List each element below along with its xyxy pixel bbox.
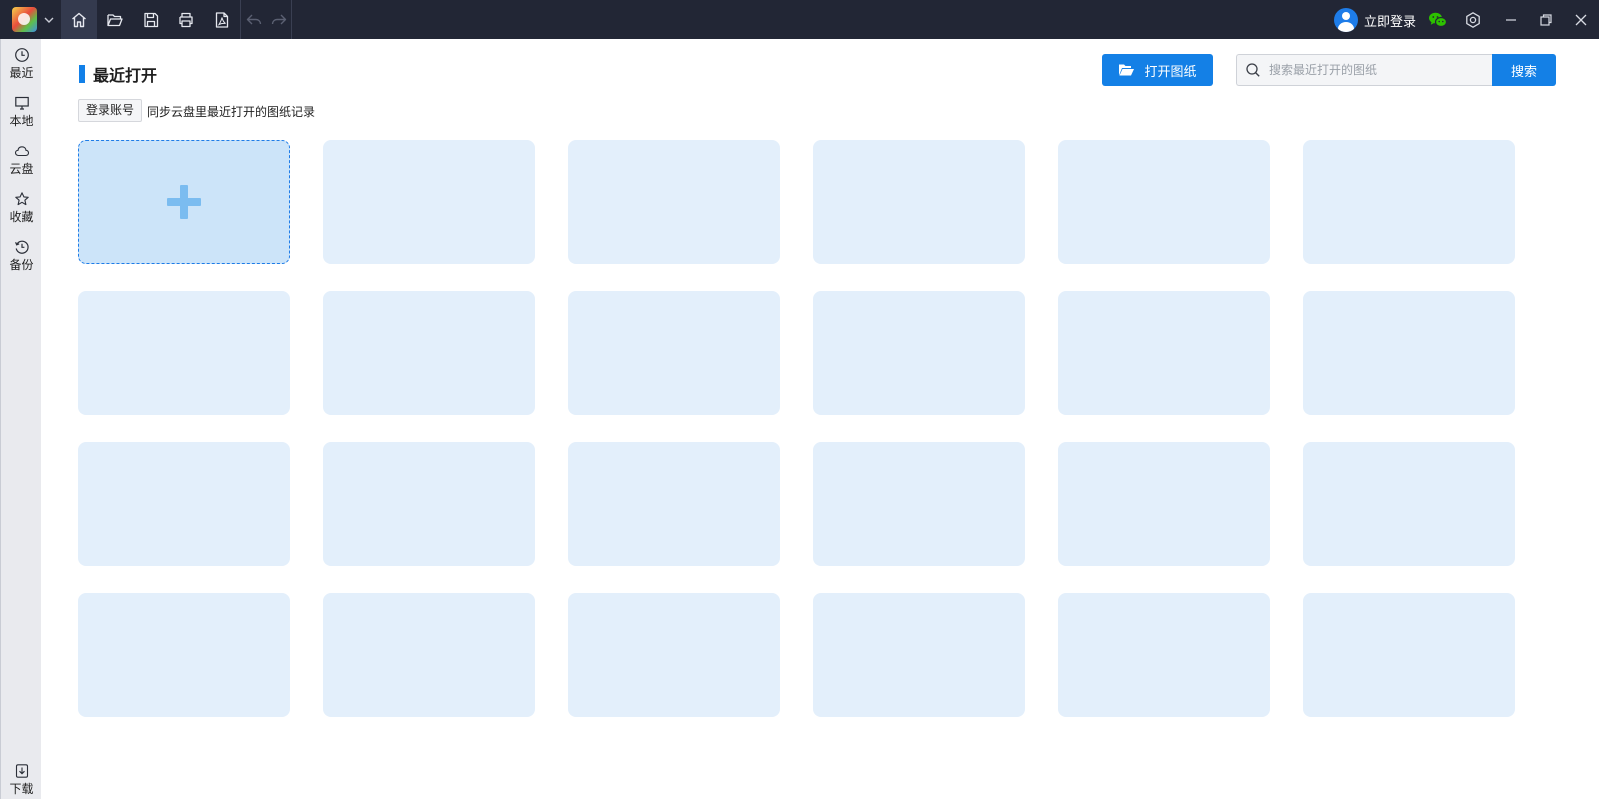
pdf-icon [215,11,229,28]
recent-files-grid [78,140,1515,717]
print-icon [179,12,193,27]
search-box [1236,54,1493,86]
file-card-placeholder[interactable] [1303,442,1515,566]
sidebar-item-label: 下载 [9,782,34,796]
search-button[interactable]: 搜索 [1492,54,1556,86]
file-card-placeholder[interactable] [568,140,780,264]
redo-icon [271,14,286,24]
file-card-placeholder[interactable] [568,593,780,717]
file-card-placeholder[interactable] [813,593,1025,717]
file-card-placeholder[interactable] [1058,593,1270,717]
file-card-placeholder[interactable] [568,442,780,566]
search-icon [1246,63,1260,77]
sidebar-item-label: 本地 [9,114,34,128]
main-content: 最近打开 登录账号 同步云盘里最近打开的图纸记录 打开图纸 搜索 [41,39,1599,799]
close-button[interactable] [1564,0,1598,39]
login-link[interactable]: 立即登录 [1334,8,1416,32]
file-card-placeholder[interactable] [78,593,290,717]
file-card-placeholder[interactable] [78,442,290,566]
file-card-placeholder[interactable] [1058,442,1270,566]
sidebar-item-label: 备份 [9,258,34,272]
sidebar: 最近 本地 云盘 收藏 备份 下载 [0,39,41,799]
search-input[interactable] [1267,62,1487,78]
file-card-placeholder[interactable] [323,442,535,566]
save-icon [144,12,159,27]
star-icon [14,192,29,206]
redo-button[interactable] [266,0,291,39]
file-card-placeholder[interactable] [1058,140,1270,264]
file-card-placeholder[interactable] [813,140,1025,264]
sidebar-item-local[interactable]: 本地 [1,92,42,136]
download-icon [15,764,28,778]
history-icon [14,240,29,254]
settings-button[interactable] [1458,0,1488,39]
restore-icon [1540,13,1552,26]
clock-icon [14,48,29,62]
file-card-placeholder[interactable] [323,291,535,415]
monitor-icon [14,96,29,110]
open-folder-icon [1119,64,1135,76]
plus-icon [167,185,201,219]
wechat-icon [1429,12,1448,27]
open-file-button[interactable] [97,0,133,39]
open-drawing-button[interactable]: 打开图纸 [1102,54,1213,86]
open-folder-icon [107,13,123,26]
file-card-placeholder[interactable] [1303,593,1515,717]
toolbar-divider [291,0,292,39]
page-title-text: 最近打开 [93,66,158,85]
add-file-card[interactable] [78,140,290,264]
page-title: 最近打开 [79,65,158,85]
minimize-icon [1506,18,1516,21]
avatar-icon [1334,8,1358,32]
file-card-placeholder[interactable] [813,291,1025,415]
sidebar-item-label: 云盘 [9,162,34,176]
restore-button[interactable] [1529,0,1563,39]
home-icon [72,12,86,27]
undo-button[interactable] [241,0,266,39]
sidebar-item-download[interactable]: 下载 [1,760,42,799]
file-card-placeholder[interactable] [1303,140,1515,264]
app-logo[interactable] [12,7,37,32]
undo-icon [246,14,261,24]
sidebar-item-cloud[interactable]: 云盘 [1,140,42,184]
cloud-icon [14,146,29,157]
print-button[interactable] [168,0,204,39]
file-card-placeholder[interactable] [323,140,535,264]
title-bar: 立即登录 [0,0,1599,39]
chevron-down-icon[interactable] [42,13,56,27]
minimize-button[interactable] [1494,0,1528,39]
login-label: 立即登录 [1364,14,1417,30]
sidebar-item-label: 收藏 [9,210,34,224]
export-pdf-button[interactable] [204,0,240,39]
login-account-button[interactable]: 登录账号 [78,99,143,122]
home-button[interactable] [61,0,97,39]
close-icon [1575,14,1587,25]
sidebar-item-favorites[interactable]: 收藏 [1,188,42,232]
gear-icon [1466,11,1480,28]
file-card-placeholder[interactable] [1303,291,1515,415]
file-card-placeholder[interactable] [323,593,535,717]
file-card-placeholder[interactable] [568,291,780,415]
sync-hint-text: 同步云盘里最近打开的图纸记录 [147,105,316,119]
sidebar-item-backup[interactable]: 备份 [1,236,42,280]
sidebar-item-recent[interactable]: 最近 [1,44,42,88]
save-button[interactable] [133,0,169,39]
sidebar-item-label: 最近 [9,66,34,80]
open-drawing-label: 打开图纸 [1144,64,1197,80]
wechat-button[interactable] [1424,0,1452,39]
file-card-placeholder[interactable] [813,442,1025,566]
title-accent-bar [79,65,85,83]
file-card-placeholder[interactable] [78,291,290,415]
file-card-placeholder[interactable] [1058,291,1270,415]
